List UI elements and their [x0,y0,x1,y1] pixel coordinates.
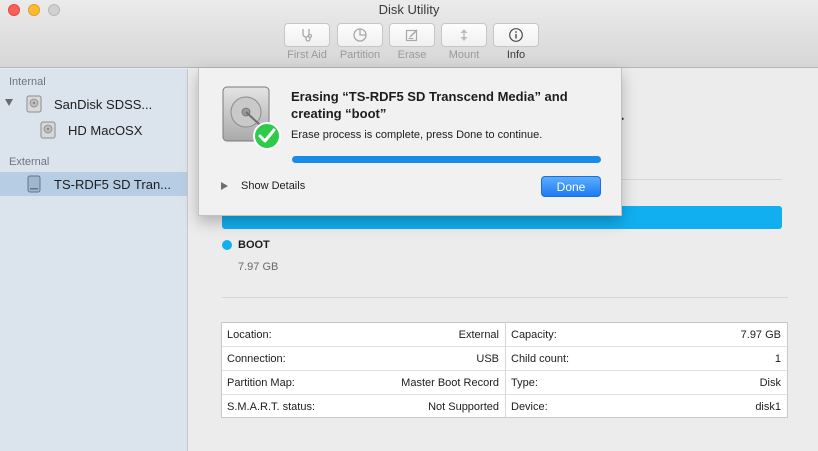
erase-icon [405,29,418,42]
disclosure-triangle-icon[interactable] [5,99,13,106]
sidebar-item-ts-rdf5[interactable]: TS-RDF5 SD Tran... [0,172,187,196]
sheet-message: Erase process is complete, press Done to… [291,129,543,141]
info-row-smart-status: S.M.A.R.T. status: Not Supported [222,395,505,419]
erase-progress-sheet: Erasing “TS-RDF5 SD Transcend Media” and… [198,68,622,216]
sidebar-item-label: SanDisk SDSS... [54,97,153,112]
info-value: Disk [759,377,781,389]
info-icon [509,28,523,42]
disclosure-triangle-icon[interactable] [221,182,228,190]
info-value: USB [476,353,499,365]
info-row-child-count: Child count: 1 [506,347,787,371]
erase-progress-bar [292,156,601,163]
info-value: Not Supported [428,401,499,413]
show-details-toggle[interactable]: Show Details [221,180,305,192]
disk-info-table: Location: External Connection: USB Parti… [221,322,788,418]
sheet-title: Erasing “TS-RDF5 SD Transcend Media” and… [291,89,568,121]
info-key: Type: [511,377,538,389]
sidebar-item-label: TS-RDF5 SD Tran... [54,177,172,192]
info-row-device: Device: disk1 [506,395,787,419]
divider [222,297,788,298]
erase-button[interactable] [389,23,435,47]
mount-button[interactable] [441,23,487,47]
partition-name: BOOT [238,239,270,251]
done-button[interactable]: Done [541,176,601,197]
partition-pie-icon [353,28,367,42]
sidebar-item-label: HD MacOSX [68,123,143,138]
sidebar-section-external: External [9,156,50,168]
info-row-location: Location: External [222,323,505,347]
partition-label: Partition [339,49,381,61]
disk-success-icon [222,86,281,150]
info-key: Connection: [227,353,286,365]
partition-button[interactable] [337,23,383,47]
info-row-capacity: Capacity: 7.97 GB [506,323,787,347]
info-key: Device: [511,401,548,413]
info-button[interactable] [493,23,539,47]
info-key: Capacity: [511,329,557,341]
info-value: disk1 [755,401,781,413]
partition-legend-swatch [222,240,232,250]
first-aid-button[interactable] [284,23,330,47]
volume-icon [40,121,56,139]
info-key: S.M.A.R.T. status: [227,401,316,413]
title-bar: Disk Utility First Aid Partition Erase M… [0,0,818,68]
external-drive-icon [27,175,41,193]
sidebar-item-sandisk[interactable]: SanDisk SDSS... [0,92,187,116]
first-aid-label: First Aid [287,49,327,61]
mount-label: Mount [448,49,480,61]
sidebar-item-hd-macosx[interactable]: HD MacOSX [0,118,187,142]
info-row-connection: Connection: USB [222,347,505,371]
info-key: Location: [227,329,272,341]
stethoscope-icon [302,29,313,42]
window-title: Disk Utility [378,2,440,17]
mount-icon [460,29,468,41]
partition-size: 7.97 GB [238,261,279,273]
info-row-type: Type: Disk [506,371,787,395]
sidebar: Internal SanDisk SDSS... HD MacOSX Exter… [0,69,188,451]
info-value: Master Boot Record [401,377,499,389]
info-key: Partition Map: [227,377,295,389]
show-details-label[interactable]: Show Details [241,180,305,192]
info-value: 1 [774,353,781,365]
internal-drive-icon [26,95,42,113]
info-key: Child count: [511,353,570,365]
info-row-partition-map: Partition Map: Master Boot Record [222,371,505,395]
sidebar-section-internal: Internal [9,76,46,88]
erase-label: Erase [397,49,427,61]
info-value: 7.97 GB [740,329,781,341]
info-label: Info [506,49,526,61]
info-value: External [458,329,499,341]
